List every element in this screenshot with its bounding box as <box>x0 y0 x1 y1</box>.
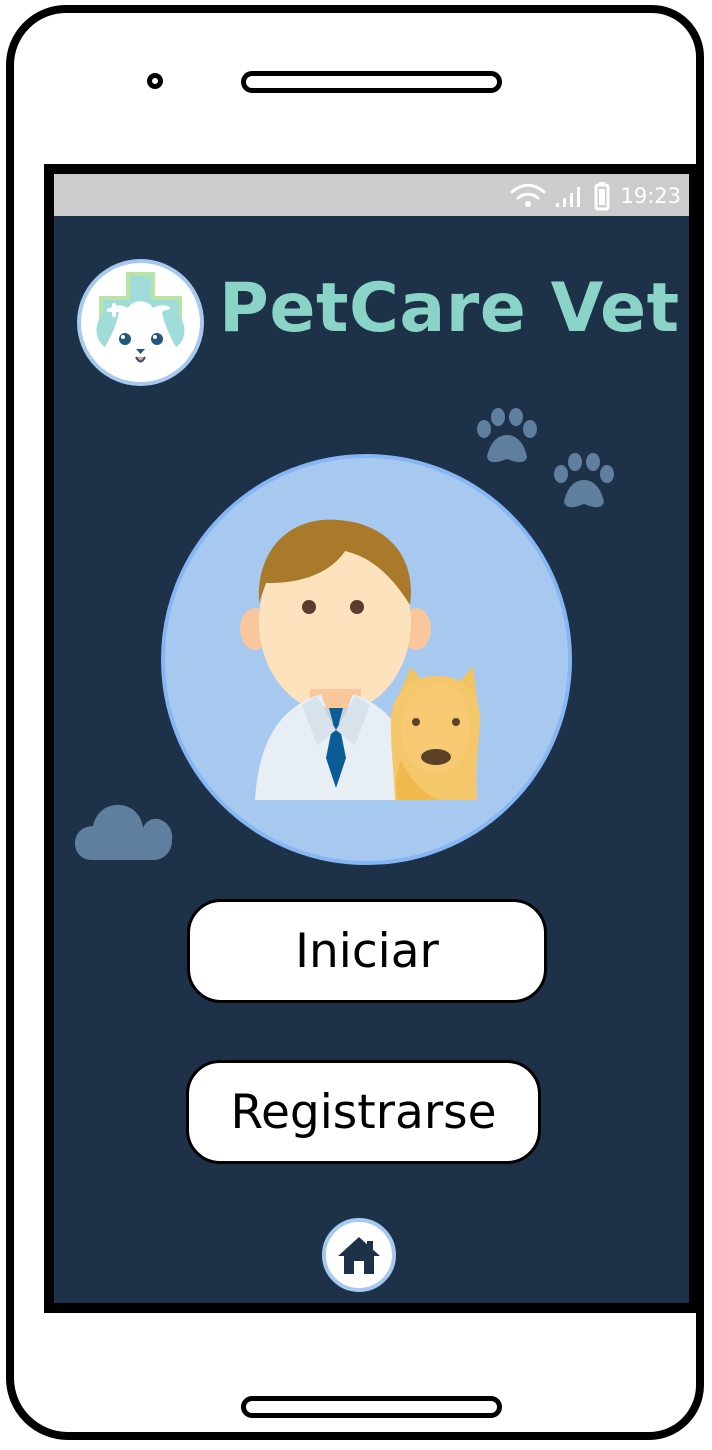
app-header: PetCare Vet <box>77 249 679 386</box>
paw-print-icon <box>477 408 537 463</box>
signal-icon <box>556 187 581 207</box>
pet-health-logo-icon <box>77 259 204 386</box>
phone-mockup-frame: 19:23 PetCare Vet Iniciar Registrarse <box>6 5 704 1440</box>
top-speaker-icon <box>241 71 502 93</box>
status-time: 19:23 <box>620 183 681 208</box>
status-bar: 19:23 <box>54 174 689 216</box>
veterinarian-with-dog-illustration <box>161 454 572 865</box>
paw-print-icon <box>554 453 614 508</box>
register-button[interactable]: Registrarse <box>186 1060 541 1164</box>
home-icon <box>338 1237 380 1274</box>
bottom-home-bar-icon <box>241 1396 502 1418</box>
start-button[interactable]: Iniciar <box>187 899 547 1003</box>
cloud-icon <box>75 804 173 860</box>
app-screen: 19:23 PetCare Vet Iniciar Registrarse <box>44 164 699 1313</box>
wifi-icon <box>510 183 546 207</box>
front-camera-icon <box>147 73 163 89</box>
app-title: PetCare Vet <box>219 269 680 348</box>
home-button[interactable] <box>322 1218 396 1292</box>
battery-icon <box>594 181 610 210</box>
status-indicators: 19:23 <box>510 181 681 210</box>
